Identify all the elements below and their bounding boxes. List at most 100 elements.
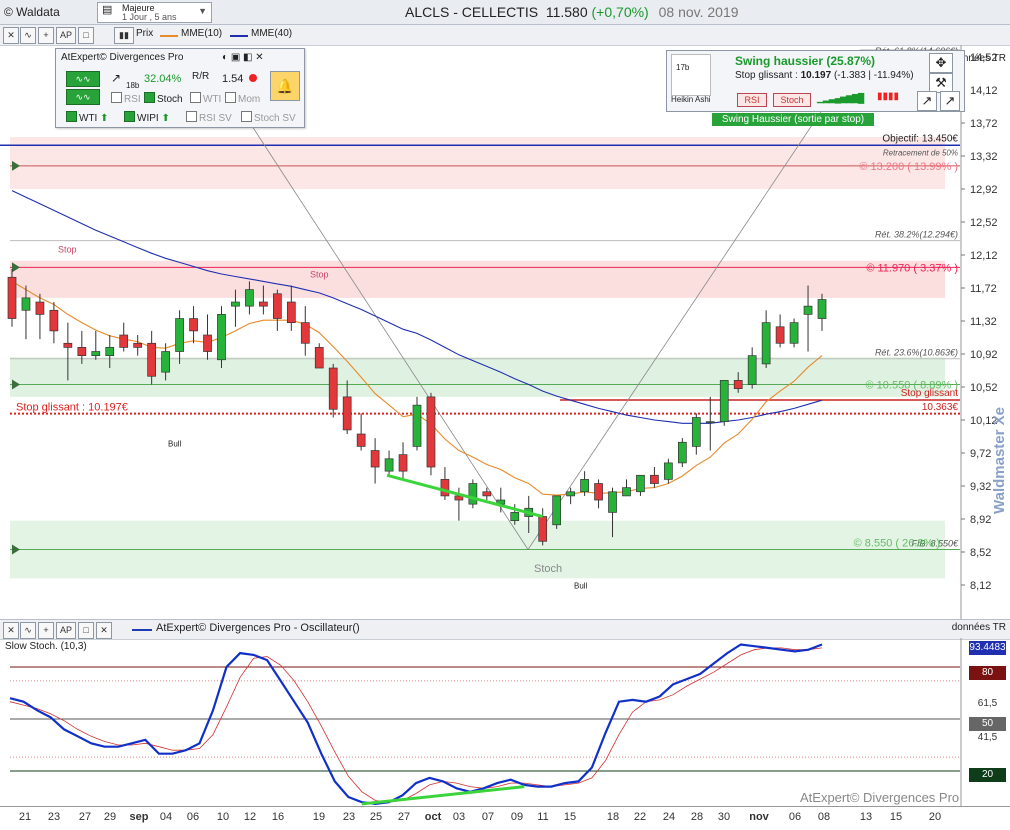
divergence-button-1[interactable]: ∿∿: [66, 71, 100, 87]
stop-left-label: Stop glissant : 10.197€: [16, 402, 128, 414]
swing-stoch-badge: Stoch: [773, 93, 811, 107]
x-tick-label: 25: [369, 811, 383, 823]
rr-icon: R/R: [192, 71, 210, 82]
y-tick-label: 12,92: [970, 184, 998, 196]
divergence-button-2[interactable]: ∿∿: [66, 89, 100, 105]
stoch-check[interactable]: Stoch: [144, 92, 183, 105]
mom-check[interactable]: Mom: [225, 92, 260, 105]
swing-banner: Swing Haussier (sortie par stop): [712, 113, 874, 126]
x-tick-label: 24: [662, 811, 676, 823]
bars-count: 18b: [126, 81, 140, 90]
y-tick-label: 8,12: [970, 580, 991, 592]
prix-label[interactable]: Prix: [136, 28, 153, 39]
panel-tools-icon[interactable]: ◐ ▣ ◧ ✕: [222, 52, 264, 63]
mme40-swatch: [230, 35, 248, 37]
x-tick-label: 20: [928, 811, 942, 823]
divergences-panel: AtExpert© Divergences Pro ◐ ▣ ◧ ✕ ∿∿ ∿∿ …: [55, 48, 305, 128]
candle-body: [566, 491, 575, 497]
osc-divergence-line: [361, 785, 525, 806]
oscillator-subtitle: Slow Stoch. (10,3): [5, 641, 87, 652]
x-tick-label: sep: [129, 811, 149, 823]
candle-body: [147, 342, 157, 377]
x-tick-label: 23: [342, 811, 356, 823]
candle-body: [189, 318, 198, 332]
candle-body: [733, 380, 743, 389]
status-dot-icon: [249, 74, 257, 82]
candle-body: [761, 322, 771, 365]
osc-window-icon[interactable]: □: [78, 622, 94, 639]
window-icon[interactable]: □: [78, 27, 94, 44]
candle-body: [77, 347, 87, 356]
top-bar: © Waldata ▤ Majeure 1 Jour , 5 ans ▼ ALC…: [0, 0, 1010, 25]
oscillator-chart[interactable]: [0, 638, 1010, 806]
x-tick-label: 04: [159, 811, 173, 823]
tools-icon[interactable]: ✕: [3, 27, 19, 44]
heikin-preview[interactable]: 17b: [671, 54, 711, 96]
candle-body: [300, 322, 310, 344]
x-tick-label: 28: [690, 811, 704, 823]
y-tick-label: 12,12: [970, 250, 998, 262]
rsi-check[interactable]: RSI: [111, 92, 141, 105]
move-icon[interactable]: ✥: [929, 53, 953, 73]
signal-line: [9, 647, 823, 803]
ap-icon[interactable]: AP: [56, 27, 76, 44]
osc-tools-icon[interactable]: ✕: [3, 622, 19, 639]
candle-body: [468, 483, 478, 505]
candle-body: [119, 334, 129, 348]
osc-ap-icon[interactable]: AP: [56, 622, 76, 639]
chart-icon-1[interactable]: ↗: [917, 91, 937, 111]
candle-body: [552, 495, 562, 526]
add-indicator-icon[interactable]: +: [38, 27, 54, 44]
x-axis: 21 23 27 29 sep 04 06 10 12 16 19 23 25 27 oct 03 07 09 11…: [0, 806, 1010, 830]
x-tick-label: 18: [606, 811, 620, 823]
y-tick-label: 8,92: [970, 514, 991, 526]
y-tick-label: 11,72: [970, 283, 997, 295]
mme40-label[interactable]: MME(40): [251, 28, 292, 39]
candle-body: [231, 301, 240, 307]
osc-level-20: 20: [969, 768, 1006, 782]
x-tick-label: 30: [717, 811, 731, 823]
candle-body: [636, 474, 645, 493]
signal-dots-icon: ▮▮▮▮: [877, 91, 900, 102]
candle-body: [440, 479, 450, 497]
candle-body: [259, 301, 268, 307]
x-tick-label: 27: [397, 811, 411, 823]
price-chart[interactable]: 14,52 14,12 13,72 13,32 12,92 12,52 12,12 11,72…: [0, 45, 1010, 619]
trend-icon[interactable]: ∿: [20, 27, 36, 44]
candle-body: [314, 347, 324, 369]
candle-body: [272, 293, 282, 319]
osc-close-icon[interactable]: ✕: [96, 622, 112, 639]
chevron-down-icon: ▼: [198, 6, 207, 16]
wti-check[interactable]: WTI ⬆: [66, 111, 109, 124]
chart-icon-2[interactable]: ↗: [940, 91, 960, 111]
wti-off-check[interactable]: WTI: [190, 92, 221, 105]
mme10-label[interactable]: MME(10): [181, 28, 222, 39]
period-selector[interactable]: ▤ Majeure 1 Jour , 5 ans ▼: [97, 2, 212, 23]
x-tick-label: 08: [817, 811, 831, 823]
tools-icon[interactable]: ⚒: [929, 73, 953, 93]
y-tick-label: 13,32: [970, 151, 998, 163]
y-tick-label: 14,52: [970, 52, 998, 64]
y-tick-label: 14,12: [970, 85, 998, 97]
candle-body: [747, 355, 757, 385]
x-tick-label: 22: [633, 811, 647, 823]
candle-body: [426, 396, 436, 468]
candle-body: [538, 516, 548, 542]
candle-body: [91, 351, 101, 356]
rsi-sv-check[interactable]: RSI SV: [186, 111, 232, 124]
osc-add-icon[interactable]: +: [38, 622, 54, 639]
y-tick-label: 9,72: [970, 448, 991, 460]
x-tick-label: 03: [452, 811, 466, 823]
x-tick-label: 10: [216, 811, 230, 823]
x-tick-label: 13: [859, 811, 873, 823]
candle-body: [384, 458, 394, 472]
stoch-sv-check[interactable]: Stoch SV: [241, 111, 296, 124]
candle-icon[interactable]: ▮▮: [114, 27, 134, 44]
wipi-check[interactable]: WIPI ⬆: [124, 111, 170, 124]
stoch-line: [9, 643, 823, 806]
bell-icon[interactable]: 🔔: [270, 71, 300, 101]
objectif-label: Objectif: 13.450€: [882, 133, 958, 144]
resistance-13200-label: © 13.200 ( 13.99% ): [859, 161, 958, 173]
osc-trend-icon[interactable]: ∿: [20, 622, 36, 639]
x-tick-label: 15: [563, 811, 577, 823]
